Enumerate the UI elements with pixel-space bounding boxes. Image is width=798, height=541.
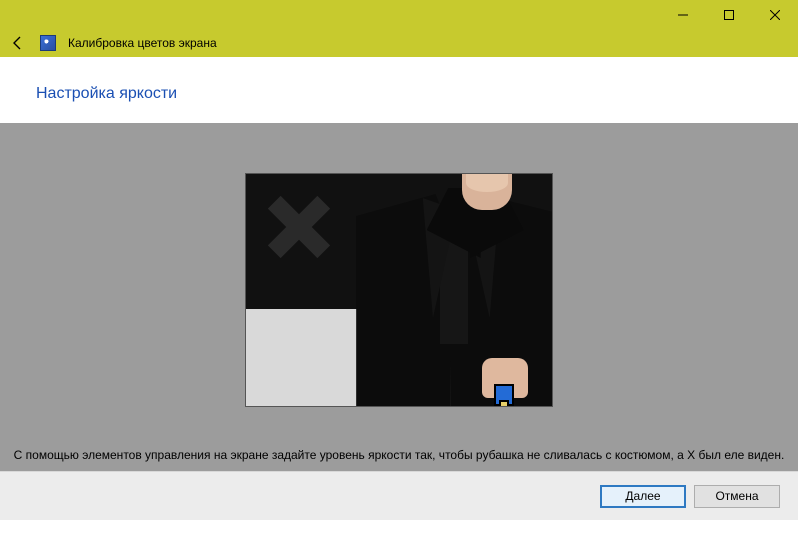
preview-area: С помощью элементов управления на экране… <box>0 123 798 471</box>
app-icon <box>40 35 56 51</box>
window-controls <box>660 0 798 29</box>
calibration-image <box>245 173 553 407</box>
page-title: Настройка яркости <box>36 85 798 103</box>
maximize-button[interactable] <box>706 0 752 29</box>
back-button[interactable] <box>8 33 28 53</box>
cancel-button-label: Отмена <box>715 489 758 503</box>
x-mark-icon <box>264 192 334 262</box>
app-title: Калибровка цветов экрана <box>68 36 217 50</box>
person-figure <box>356 174 552 406</box>
next-button-label: Далее <box>625 489 660 503</box>
instruction-text: С помощью элементов управления на экране… <box>0 447 798 463</box>
close-button[interactable] <box>752 0 798 29</box>
next-button[interactable]: Далее <box>600 485 686 508</box>
footer: Далее Отмена <box>0 471 798 520</box>
titlebar <box>0 0 798 29</box>
header: Настройка яркости <box>0 57 798 123</box>
cancel-button[interactable]: Отмена <box>694 485 780 508</box>
toolbar: Калибровка цветов экрана <box>0 29 798 57</box>
minimize-button[interactable] <box>660 0 706 29</box>
